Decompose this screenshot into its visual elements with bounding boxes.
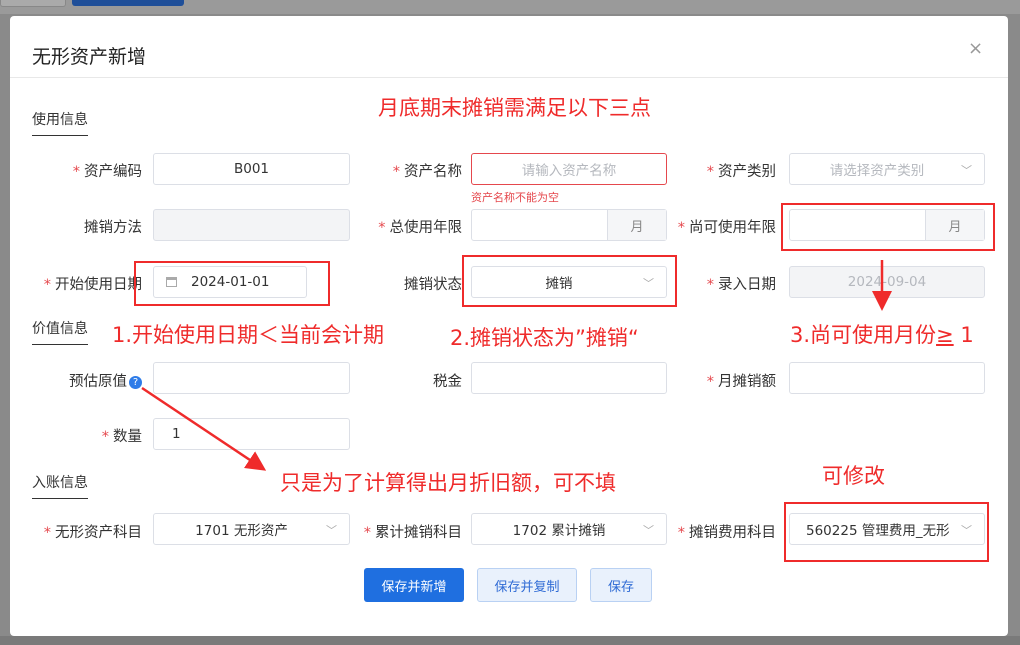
annotation-arrows (141, 260, 892, 471)
arrow-from-estimate (141, 386, 267, 471)
